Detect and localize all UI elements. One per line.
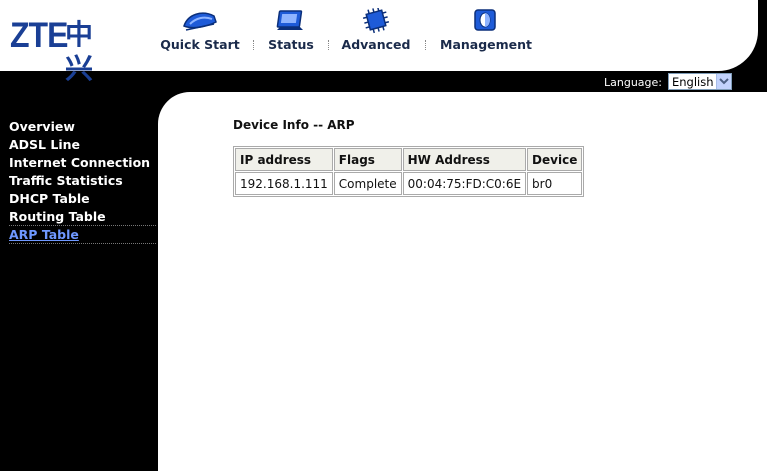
sidebar: Overview ADSL Line Internet Connection T… (0, 92, 158, 471)
sidebar-item-arp-table[interactable]: ARP Table (9, 225, 156, 244)
nav-management[interactable]: Management (440, 8, 533, 64)
nav-quick-start[interactable]: Quick Start (160, 8, 240, 64)
sidebar-item-internet-connection[interactable]: Internet Connection (9, 154, 156, 171)
quick-start-icon (183, 12, 217, 31)
cell-device: br0 (527, 172, 583, 195)
nav-advanced[interactable]: Advanced (340, 8, 412, 64)
table-row: 192.168.1.111 Complete 00:04:75:FD:C0:6E… (235, 172, 583, 195)
language-value: English (672, 75, 714, 89)
cell-flags: Complete (333, 172, 402, 195)
nav-label: Quick Start (160, 37, 240, 52)
nav-label: Advanced (341, 37, 411, 52)
nav-status[interactable]: Status (264, 8, 318, 64)
status-monitor-icon (276, 10, 303, 30)
page-title: Device Info -- ARP (233, 118, 355, 132)
table-header-row: IP address Flags HW Address Device (235, 148, 583, 171)
column-header-ip-address: IP address (235, 148, 333, 171)
column-header-flags: Flags (333, 148, 402, 171)
chip-icon (362, 8, 390, 34)
language-select[interactable]: English (668, 73, 732, 90)
sidebar-item-routing-table[interactable]: Routing Table (9, 208, 156, 225)
nav-separator (328, 40, 330, 50)
sidebar-item-dhcp-table[interactable]: DHCP Table (9, 190, 156, 207)
nav-label: Management (440, 37, 533, 52)
main-content: Device Info -- ARP IP address Flags HW A… (158, 92, 767, 471)
sidebar-item-adsl-line[interactable]: ADSL Line (9, 136, 156, 153)
column-header-hw-address: HW Address (402, 148, 527, 171)
language-label: Language: (604, 76, 662, 89)
cell-ip-address: 192.168.1.111 (235, 172, 333, 195)
arp-table: IP address Flags HW Address Device 192.1… (233, 146, 585, 197)
top-header: ZTE 中兴 Quick Start Status Advanced Manag… (0, 0, 767, 92)
nav-separator (425, 40, 427, 50)
nav-label: Status (268, 37, 314, 52)
logo-cjk-text: 中兴 (65, 18, 94, 85)
header-banner: ZTE 中兴 Quick Start Status Advanced Manag… (0, 0, 758, 85)
column-header-device: Device (527, 148, 583, 171)
sidebar-item-traffic-statistics[interactable]: Traffic Statistics (9, 172, 156, 189)
logo-latin-text: ZTE (10, 15, 68, 55)
chevron-down-icon[interactable] (716, 74, 731, 89)
nav-separator (253, 40, 255, 50)
sidebar-item-overview[interactable]: Overview (9, 118, 156, 135)
management-icon (474, 9, 496, 31)
cell-hw-address: 00:04:75:FD:C0:6E (402, 172, 527, 195)
